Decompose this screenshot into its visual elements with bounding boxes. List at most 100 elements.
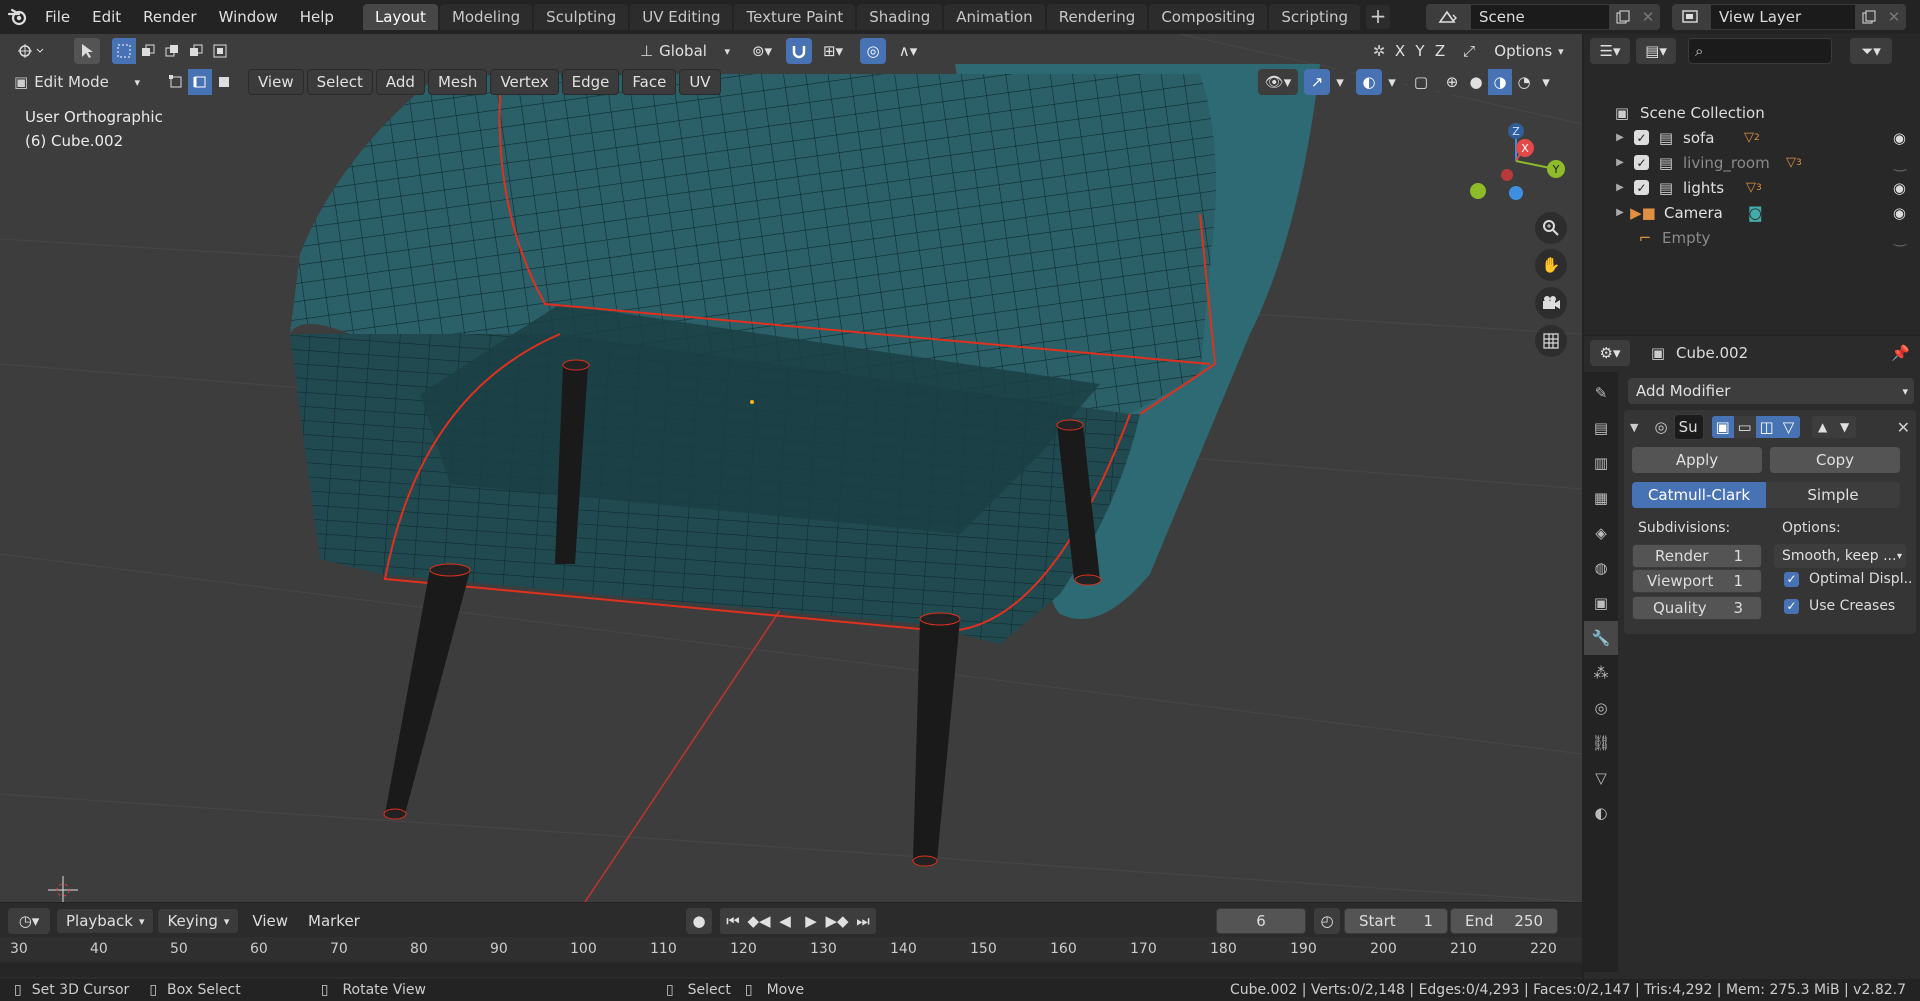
- menu-help[interactable]: Help: [289, 8, 345, 26]
- object-icon[interactable]: ▣: [1584, 586, 1618, 620]
- collapse-icon[interactable]: ▼: [1630, 421, 1638, 434]
- menu-edit[interactable]: Edit: [81, 8, 132, 26]
- next-keyframe-icon[interactable]: ▶◆: [824, 908, 850, 934]
- play-reverse-icon[interactable]: ◀: [772, 908, 798, 934]
- move-up-icon[interactable]: ▲: [1811, 416, 1834, 438]
- uv-menu[interactable]: UV: [679, 69, 721, 95]
- menu-file[interactable]: File: [34, 8, 81, 26]
- camera-data-icon[interactable]: ◙: [1748, 204, 1763, 222]
- tab-rendering[interactable]: Rendering: [1046, 4, 1148, 30]
- optimal-display-checkbox[interactable]: ✓ Optimal Displ..: [1784, 571, 1912, 587]
- eye-icon[interactable]: ◉: [1893, 129, 1906, 147]
- preview-range-icon[interactable]: ◴: [1314, 908, 1340, 934]
- overlays-dropdown-icon[interactable]: ▾: [1382, 69, 1402, 95]
- perspective-grid-icon[interactable]: [1535, 325, 1567, 357]
- view-layer-tab-icon[interactable]: ▦: [1584, 481, 1618, 515]
- render-icon[interactable]: ▤: [1584, 411, 1618, 445]
- auto-merge-icon[interactable]: ⤢: [1456, 38, 1482, 64]
- physics-icon[interactable]: ◎: [1584, 691, 1618, 725]
- outliner-item-sofa[interactable]: ▶ ✓ ▤ sofa ▽ 2 ◉: [1584, 125, 1920, 150]
- shading-material-icon[interactable]: ◑: [1488, 69, 1512, 95]
- tab-shading[interactable]: Shading: [857, 4, 943, 30]
- axis-gizmo[interactable]: Z X Y: [1460, 109, 1580, 209]
- modifier-name-field[interactable]: Su: [1673, 414, 1704, 440]
- collection-checkbox[interactable]: ✓: [1634, 130, 1649, 145]
- start-frame-field[interactable]: Start 1: [1344, 908, 1448, 934]
- collection-checkbox[interactable]: ✓: [1634, 155, 1649, 170]
- simple-toggle[interactable]: Simple: [1766, 482, 1900, 508]
- on-cage-icon[interactable]: ▽: [1777, 416, 1800, 438]
- add-menu[interactable]: Add: [375, 69, 425, 95]
- vertex-select-icon[interactable]: [164, 69, 188, 95]
- frame-ruler[interactable]: 30 40 50 60 70 80 90 100 110 120 130 140 150 160 170 18…: [0, 937, 1582, 961]
- shading-dropdown-icon[interactable]: ▾: [1536, 69, 1556, 95]
- outliner-item-lights[interactable]: ▶ ✓ ▤ lights ▽ 3 ◉: [1584, 175, 1920, 200]
- jump-start-icon[interactable]: ⏮: [720, 908, 746, 934]
- scene-name-field[interactable]: Scene: [1470, 4, 1610, 30]
- menu-render[interactable]: Render: [132, 8, 207, 26]
- use-creases-checkbox[interactable]: ✓ Use Creases: [1784, 598, 1895, 614]
- material-icon[interactable]: ◐: [1584, 796, 1618, 830]
- end-frame-field[interactable]: End 250: [1450, 908, 1558, 934]
- select-extend-icon[interactable]: [136, 38, 160, 64]
- view-menu[interactable]: View: [248, 69, 304, 95]
- select-tool-icon[interactable]: [74, 38, 100, 64]
- expand-arrow-icon[interactable]: ▶: [1614, 157, 1626, 168]
- pin-icon[interactable]: 📌: [1891, 344, 1910, 362]
- playback-menu[interactable]: Playback ▾: [56, 908, 155, 934]
- constraints-icon[interactable]: ⛓: [1584, 726, 1618, 760]
- jump-end-icon[interactable]: ⏭: [850, 908, 876, 934]
- timeline-view-menu[interactable]: View: [242, 912, 298, 930]
- outliner-item-living-room[interactable]: ▶ ✓ ▤ living_room ▽ 3 ‿: [1584, 150, 1920, 175]
- tab-scripting[interactable]: Scripting: [1269, 4, 1361, 30]
- camera-view-icon[interactable]: [1535, 287, 1567, 319]
- remove-modifier-icon[interactable]: ✕: [1897, 418, 1910, 437]
- options-dropdown[interactable]: Options ▾: [1490, 38, 1568, 64]
- tab-modeling[interactable]: Modeling: [439, 4, 533, 30]
- edge-select-icon[interactable]: [188, 69, 212, 95]
- modifier-icon[interactable]: 🔧: [1584, 621, 1618, 655]
- xray-toggle-icon[interactable]: ▢: [1408, 69, 1434, 95]
- tab-animation[interactable]: Animation: [944, 4, 1045, 30]
- current-frame-field[interactable]: 6: [1216, 908, 1306, 934]
- outliner-panel[interactable]: ☰▾ ▤▾ ⌕ ⏷▾ ▣ Scene Collection ▶ ✓ ▤ sofa ▽ 2 ◉ ▶ ✓…: [1584, 34, 1920, 334]
- object-group-icon[interactable]: ▽ 3: [1746, 180, 1762, 195]
- viewport-levels-field[interactable]: Viewport 1: [1632, 569, 1762, 593]
- zoom-icon[interactable]: [1535, 212, 1567, 244]
- outliner-search-input[interactable]: ⌕: [1688, 38, 1832, 64]
- editor-type-icon[interactable]: [8, 38, 54, 64]
- menu-window[interactable]: Window: [208, 8, 289, 26]
- expand-arrow-icon[interactable]: ▶: [1614, 132, 1626, 143]
- timeline-editor[interactable]: ◷▾ Playback ▾ Keying ▾ View Marker ● ⏮ ◆◀ …: [0, 903, 1582, 979]
- gizmo-dropdown-icon[interactable]: ▾: [1330, 69, 1350, 95]
- outliner-editor-type-icon[interactable]: ☰▾: [1590, 38, 1630, 64]
- 3d-viewport[interactable]: ⊥ Global ▾ ⊚▾ ⊞▾ ◎ ∧▾ ✲ X Y Z ⤢ Options ▾ ▣…: [0, 34, 1582, 902]
- pivot-point-icon[interactable]: ⊚▾: [742, 38, 782, 64]
- tab-compositing[interactable]: Compositing: [1149, 4, 1268, 30]
- tab-sculpting[interactable]: Sculpting: [534, 4, 629, 30]
- select-invert-icon[interactable]: [184, 38, 208, 64]
- show-in-viewport-icon[interactable]: ▭: [1733, 416, 1756, 438]
- delete-view-layer-icon[interactable]: ✕: [1882, 4, 1906, 30]
- snap-target-icon[interactable]: ⊞▾: [814, 38, 852, 64]
- view-layer-icon[interactable]: [1672, 4, 1710, 30]
- catmull-clark-toggle[interactable]: Catmull-Clark: [1632, 482, 1766, 508]
- blender-logo-icon[interactable]: [0, 0, 34, 34]
- eye-icon[interactable]: ◉: [1893, 179, 1906, 197]
- expand-arrow-icon[interactable]: ▶: [1614, 182, 1626, 193]
- visibility-toggle-icon[interactable]: 👁▾: [1258, 69, 1298, 95]
- shading-rendered-icon[interactable]: ◔: [1512, 69, 1536, 95]
- shading-solid-icon[interactable]: ●: [1464, 69, 1488, 95]
- output-icon[interactable]: ▥: [1584, 446, 1618, 480]
- face-menu[interactable]: Face: [622, 69, 677, 95]
- expand-arrow-icon[interactable]: ▶: [1614, 207, 1626, 218]
- particles-icon[interactable]: ⁂: [1584, 656, 1618, 690]
- scene-icon[interactable]: ◈: [1584, 516, 1618, 550]
- collection-checkbox[interactable]: ✓: [1634, 180, 1649, 195]
- proportional-edit-icon[interactable]: ◎: [860, 38, 886, 64]
- marker-menu[interactable]: Marker: [298, 912, 370, 930]
- tab-texture-paint[interactable]: Texture Paint: [734, 4, 856, 30]
- new-view-layer-icon[interactable]: [1856, 4, 1882, 30]
- tool-icon[interactable]: ✎: [1584, 376, 1618, 410]
- mode-dropdown[interactable]: ▣ Edit Mode ▾: [8, 69, 146, 95]
